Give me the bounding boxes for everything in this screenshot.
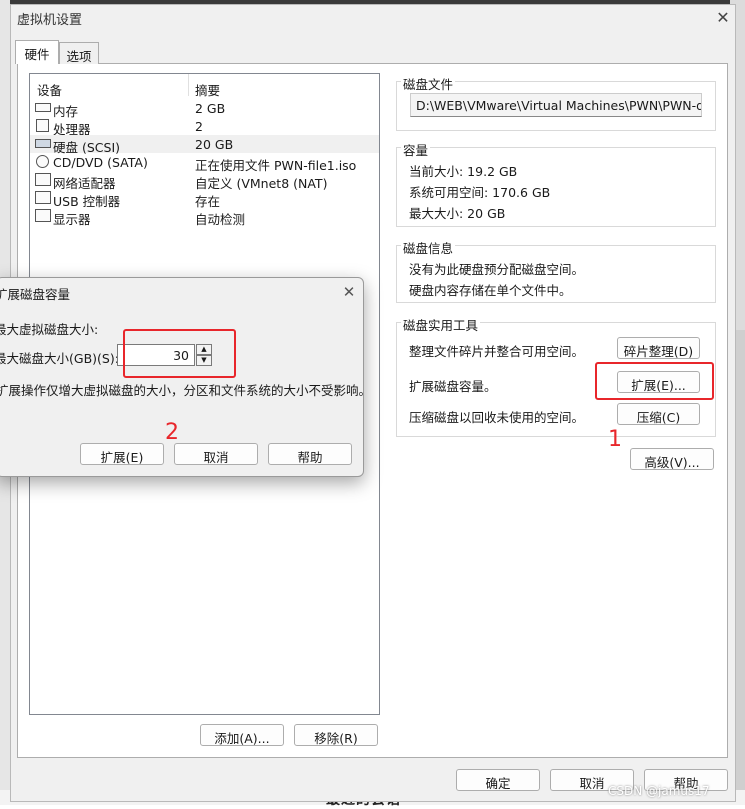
close-icon[interactable]: ✕ — [714, 8, 732, 27]
expand-text: 扩展磁盘容量。 — [409, 379, 497, 394]
annotation-box-1 — [595, 362, 714, 400]
disk-utilities-title: 磁盘实用工具 — [401, 315, 481, 334]
device-summary: 20 GB — [195, 137, 234, 152]
dialog-expand-button[interactable]: 扩展(E) — [80, 443, 164, 465]
annotation-marker-1: 1 — [608, 427, 622, 452]
dialog-note: 扩展操作仅增大虚拟磁盘的大小，分区和文件系统的大小不受影响。 — [0, 383, 372, 398]
available-space-text: 系统可用空间: 170.6 GB — [409, 185, 551, 200]
remove-button[interactable]: 移除(R) — [294, 724, 378, 746]
dialog-cancel-button[interactable]: 取消 — [174, 443, 258, 465]
processor-icon — [36, 119, 49, 132]
device-name: 显示器 — [53, 212, 91, 227]
dialog-section-label: 最大虚拟磁盘大小: — [0, 322, 99, 337]
column-header-device[interactable]: 设备 — [37, 80, 62, 99]
column-header-summary[interactable]: 摘要 — [195, 80, 220, 99]
dialog-close-icon[interactable]: ✕ — [341, 283, 357, 301]
current-size-text: 当前大小: 19.2 GB — [409, 164, 518, 179]
disk-info-line2: 硬盘内容存储在单个文件中。 — [409, 283, 572, 298]
disk-info-title: 磁盘信息 — [401, 238, 456, 257]
background-window-right-lower — [736, 330, 745, 805]
tab-hardware[interactable]: 硬件 — [15, 40, 59, 64]
device-name: CD/DVD (SATA) — [53, 155, 148, 170]
dialog-size-label: 最大磁盘大小(GB)(S): — [0, 351, 119, 366]
compact-text: 压缩磁盘以回收未使用的空间。 — [409, 410, 585, 425]
dialog-help-button[interactable]: 帮助 — [268, 443, 352, 465]
ok-button[interactable]: 确定 — [456, 769, 540, 791]
capacity-title: 容量 — [401, 140, 431, 159]
advanced-button[interactable]: 高级(V)... — [630, 448, 714, 470]
cd-dvd-icon — [36, 155, 49, 168]
memory-icon — [35, 103, 51, 112]
hard-disk-icon — [35, 139, 51, 148]
max-size-text: 最大大小: 20 GB — [409, 206, 506, 221]
annotation-marker-2: 2 — [165, 420, 179, 445]
display-icon — [35, 209, 51, 222]
window-title: 虚拟机设置 — [17, 13, 83, 28]
watermark: CSDN @jamus17 — [608, 784, 710, 798]
annotation-box-2 — [123, 329, 236, 378]
disk-file-title: 磁盘文件 — [401, 74, 456, 93]
dialog-title: 扩展磁盘容量 — [0, 287, 71, 302]
device-summary: 2 — [195, 119, 203, 134]
column-separator — [188, 74, 189, 96]
disk-info-line1: 没有为此硬盘预分配磁盘空间。 — [409, 262, 585, 277]
defrag-text: 整理文件碎片并整合可用空间。 — [409, 344, 585, 359]
disk-file-path[interactable]: D:\WEB\VMware\Virtual Machines\PWN\PWN-d… — [410, 93, 702, 117]
tab-options[interactable]: 选项 — [59, 42, 99, 64]
device-summary: 自动检测 — [195, 212, 246, 227]
compact-button[interactable]: 压缩(C) — [617, 403, 700, 425]
usb-controller-icon — [35, 191, 51, 204]
defragment-button[interactable]: 碎片整理(D) — [617, 337, 700, 359]
add-button[interactable]: 添加(A)... — [200, 724, 284, 746]
device-summary: 2 GB — [195, 101, 226, 116]
network-adapter-icon — [35, 173, 51, 186]
